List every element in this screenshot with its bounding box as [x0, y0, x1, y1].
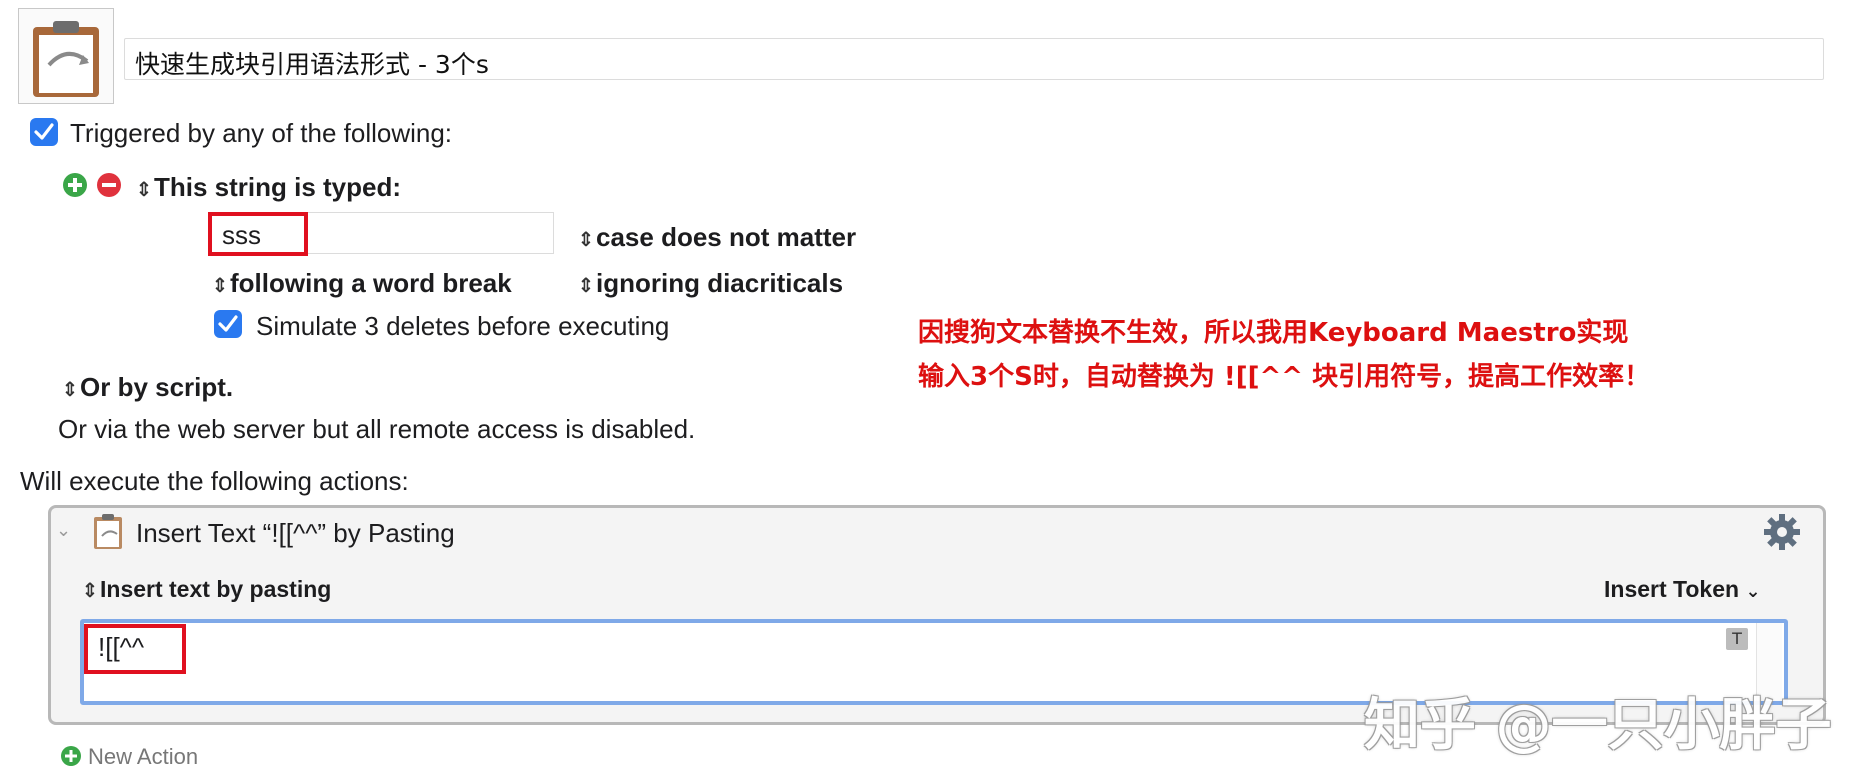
collapse-chevron-icon[interactable]: ⌄	[56, 520, 71, 541]
updown-chevron-icon: ⇕	[61, 379, 79, 401]
insert-token-menu[interactable]: Insert Token ⌄	[1604, 576, 1761, 603]
updown-chevron-icon: ⇕	[135, 179, 153, 201]
trigger-type-label: This string is typed:	[154, 172, 402, 202]
clipboard-icon	[33, 21, 99, 97]
script-trigger-popup[interactable]: ⇕Or by script.	[60, 372, 234, 403]
checkmark-icon	[34, 123, 54, 140]
updown-chevron-icon: ⇕	[211, 275, 229, 297]
case-option-popup[interactable]: ⇕case does not matter	[576, 222, 856, 253]
add-trigger-button[interactable]	[62, 172, 88, 198]
word-break-popup[interactable]: ⇕following a word break	[210, 268, 512, 299]
action-clipboard-icon	[92, 512, 126, 555]
insert-text-value: ![[^^	[98, 632, 145, 662]
insert-mode-label: Insert text by pasting	[100, 576, 332, 602]
macro-title-field[interactable]: 快速生成块引用语法形式 - 3个s	[124, 38, 1824, 80]
web-server-note: Or via the web server but all remote acc…	[58, 414, 696, 444]
triggered-checkbox[interactable]	[30, 118, 58, 146]
triggered-label: Triggered by any of the following:	[70, 118, 453, 148]
diacritics-popup[interactable]: ⇕ignoring diacriticals	[576, 268, 843, 299]
insert-mode-popup[interactable]: ⇕Insert text by pasting	[80, 576, 332, 603]
checkmark-icon	[218, 315, 238, 332]
text-token-button[interactable]: T	[1726, 628, 1748, 650]
minus-circle-icon	[97, 173, 121, 197]
new-action-label[interactable]: New Action	[88, 744, 198, 770]
insert-token-label: Insert Token	[1604, 576, 1740, 602]
new-action-button[interactable]	[60, 745, 82, 767]
plus-circle-icon	[61, 746, 81, 766]
plus-circle-icon	[63, 173, 87, 197]
gear-icon[interactable]	[1762, 512, 1802, 557]
simulate-deletes-label: Simulate 3 deletes before executing	[256, 311, 670, 341]
typed-string-value: sss	[222, 220, 261, 250]
word-break-label: following a word break	[230, 268, 512, 298]
annotation-line-1: 因搜狗文本替换不生效，所以我用Keyboard Maestro实现	[918, 318, 1629, 348]
updown-chevron-icon: ⇕	[81, 580, 99, 602]
annotation-line-2: 输入3个S时，自动替换为 ![[^^ 块引用符号，提高工作效率！	[918, 362, 1651, 392]
updown-chevron-icon: ⇕	[577, 229, 595, 251]
macro-icon[interactable]	[18, 8, 114, 104]
action-title[interactable]: Insert Text “![[^^” by Pasting	[136, 518, 455, 549]
updown-chevron-icon: ⇕	[577, 275, 595, 297]
chevron-down-icon: ⌄	[1745, 581, 1761, 601]
watermark-text: 知乎 @一只小胖子	[1364, 693, 1832, 758]
actions-header: Will execute the following actions:	[20, 466, 409, 496]
script-trigger-label: Or by script.	[80, 372, 234, 402]
trigger-type-popup[interactable]: ⇕This string is typed:	[134, 172, 401, 203]
remove-trigger-button[interactable]	[96, 172, 122, 198]
simulate-deletes-checkbox[interactable]	[214, 310, 242, 338]
diacritics-label: ignoring diacriticals	[596, 268, 844, 298]
case-option-label: case does not matter	[596, 222, 857, 252]
